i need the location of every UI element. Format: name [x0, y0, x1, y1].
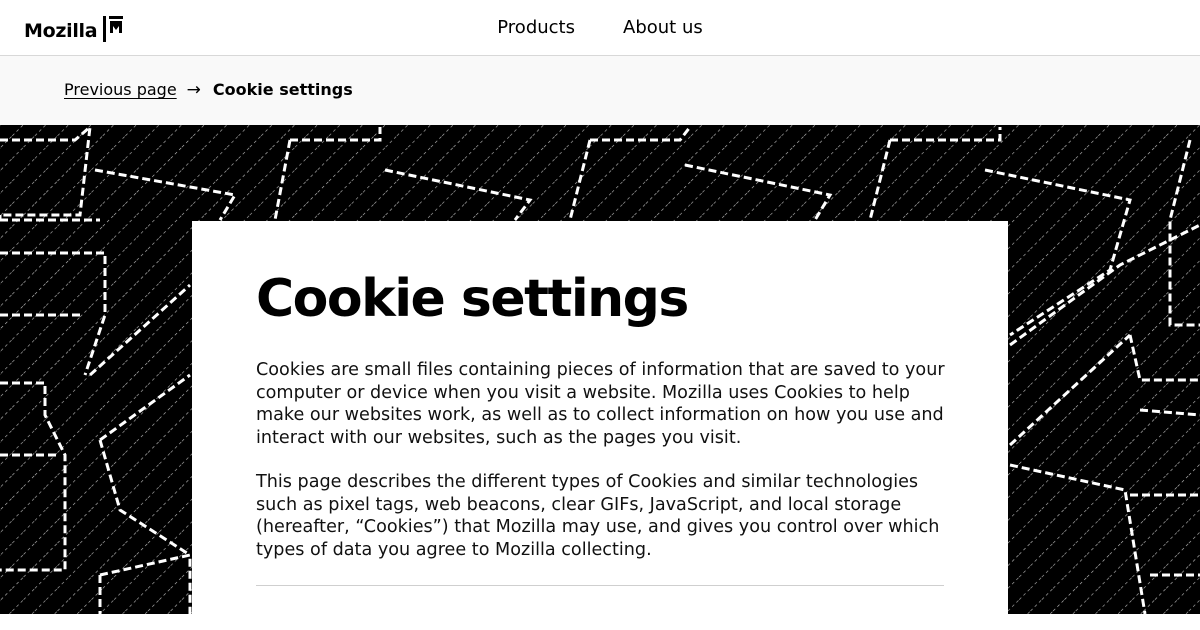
breadcrumb: Previous page → Cookie settings [64, 80, 353, 100]
nav-products[interactable]: Products [497, 17, 575, 38]
intro-paragraph-2: This page describes the different types … [256, 472, 940, 560]
main-nav: Products About us [0, 0, 1200, 56]
page-title: Cookie settings [256, 269, 689, 329]
breadcrumb-arrow-icon: → [186, 80, 201, 100]
intro-paragraph-1: Cookies are small files containing piece… [256, 360, 945, 448]
breadcrumb-current: Cookie settings [212, 80, 353, 99]
previous-page-link[interactable]: Previous page [64, 80, 177, 100]
section-divider [256, 585, 944, 586]
breadcrumb-bar: Previous page → Cookie settings [0, 56, 1200, 125]
nav-about-us[interactable]: About us [623, 17, 703, 38]
site-header: Mozilla Products About us [0, 0, 1200, 56]
cookie-settings-card: Cookie settings Cookies are small files … [192, 221, 1008, 630]
